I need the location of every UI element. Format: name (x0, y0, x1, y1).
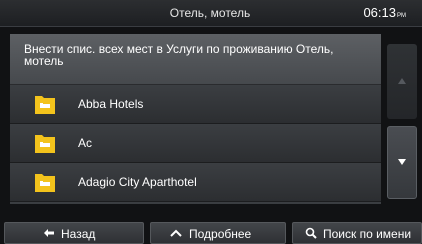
list-item-partial (10, 202, 381, 204)
hotel-bed-icon (35, 135, 55, 153)
arrow-down-icon (398, 159, 406, 165)
page-title: Отель, мотель (169, 6, 251, 20)
list-item-label: Abba Hotels (78, 97, 144, 111)
clock-suffix: PM (397, 13, 406, 19)
top-bar: Отель, мотель 06:13PM (0, 0, 422, 27)
more-button-label: Подробнее (189, 227, 252, 241)
scroll-down-button[interactable] (387, 126, 417, 199)
list-item-label: Ac (78, 136, 93, 150)
back-button-label: Назад (61, 227, 96, 241)
list-item[interactable]: Ac (10, 124, 381, 163)
clock: 06:13PM (363, 5, 406, 20)
clock-time: 06:13 (363, 5, 396, 20)
results-list: Внести спис. всех мест в Услуги по прожи… (10, 34, 381, 204)
chevron-up-icon (170, 229, 182, 237)
list-item-label: Adagio City Aparthotel (78, 175, 197, 189)
list-all-item[interactable]: Внести спис. всех мест в Услуги по прожи… (10, 34, 381, 85)
list-item[interactable]: Abba Hotels (10, 85, 381, 124)
arrow-up-icon (398, 78, 406, 84)
more-button[interactable]: Подробнее (150, 222, 286, 244)
list-item[interactable]: Adagio City Aparthotel (10, 163, 381, 202)
hotel-bed-icon (35, 174, 55, 192)
search-by-name-button[interactable]: Поиск по имени (292, 222, 422, 244)
bottom-toolbar: Назад Подробнее Поиск по имени (0, 222, 422, 244)
back-button[interactable]: Назад (4, 222, 144, 244)
scroll-up-button[interactable] (387, 44, 417, 119)
search-icon (305, 227, 317, 239)
back-arrow-icon (44, 229, 54, 237)
search-button-label: Поиск по имени (323, 227, 412, 241)
hotel-bed-icon (35, 96, 55, 114)
list-all-label: Внести спис. всех мест в Услуги по прожи… (24, 42, 334, 68)
